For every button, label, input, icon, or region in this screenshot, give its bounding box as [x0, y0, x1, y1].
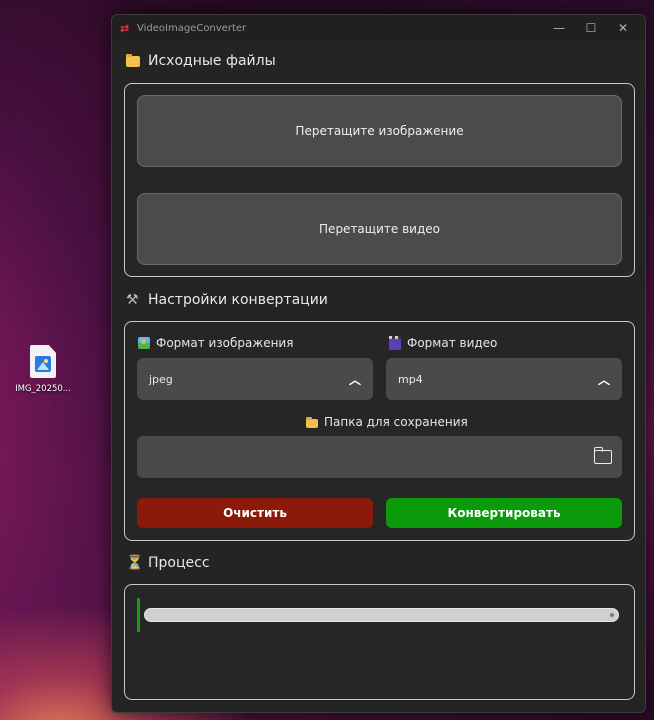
maximize-button[interactable]: ☐ [575, 15, 607, 41]
chevron-up-icon: ︿ [348, 372, 361, 387]
progress-end-dot [610, 613, 614, 617]
folder-icon [126, 53, 142, 69]
video-drop-zone[interactable]: Перетащите видео [137, 193, 622, 265]
image-format-value: jpeg [149, 372, 173, 386]
settings-heading: ⚒ Настройки конвертации [126, 292, 328, 308]
clapper-icon [389, 335, 402, 350]
close-button[interactable]: ✕ [607, 15, 639, 41]
image-format-label: Формат изображения [138, 336, 293, 350]
video-drop-label: Перетащите видео [319, 222, 440, 236]
desktop-file-icon[interactable]: IMG_20250... [12, 345, 74, 394]
minimize-button[interactable]: — [543, 15, 575, 41]
clear-button[interactable]: Очистить [137, 498, 373, 528]
folder-icon [306, 416, 319, 429]
video-format-value: mp4 [398, 372, 423, 386]
hourglass-icon: ⏳ [126, 555, 144, 571]
video-format-select[interactable]: mp4 ︿ [386, 358, 622, 400]
progress-indicator [137, 598, 140, 632]
picture-icon [138, 336, 151, 350]
source-files-panel: Перетащите изображение Перетащите видео [124, 83, 635, 277]
image-file-icon [30, 345, 56, 378]
image-drop-label: Перетащите изображение [295, 124, 464, 138]
progress-bar [144, 608, 619, 622]
app-logo-icon: ⇄ [120, 21, 130, 35]
save-folder-label: Папка для сохранения [306, 415, 468, 429]
title-bar[interactable]: ⇄ VideoImageConverter — ☐ ✕ [112, 15, 645, 41]
window-title: VideoImageConverter [137, 22, 247, 34]
save-folder-field[interactable] [137, 436, 622, 478]
app-window: ⇄ VideoImageConverter — ☐ ✕ Исходные фай… [111, 14, 646, 713]
process-panel [124, 584, 635, 700]
video-format-label: Формат видео [389, 335, 497, 350]
chevron-up-icon: ︿ [597, 372, 610, 387]
image-format-select[interactable]: jpeg ︿ [137, 358, 373, 400]
browse-folder-icon[interactable] [594, 447, 612, 464]
settings-panel: Формат изображения Формат видео jpeg ︿ m… [124, 321, 635, 541]
process-heading: ⏳ Процесс [126, 555, 210, 571]
convert-button[interactable]: Конвертировать [386, 498, 622, 528]
image-drop-zone[interactable]: Перетащите изображение [137, 95, 622, 167]
desktop-file-label: IMG_20250... [15, 384, 71, 394]
tools-icon: ⚒ [126, 292, 139, 308]
source-files-heading: Исходные файлы [126, 53, 276, 69]
